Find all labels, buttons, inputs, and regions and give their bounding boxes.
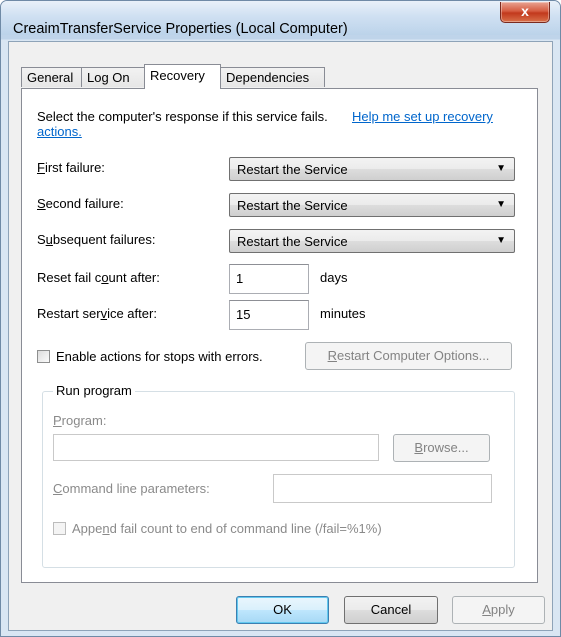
ok-button[interactable]: OK bbox=[236, 596, 329, 624]
first-failure-select[interactable]: Restart the Service ▼ bbox=[229, 157, 515, 181]
tab-log-on[interactable]: Log On bbox=[81, 67, 145, 87]
subsequent-failures-value: Restart the Service bbox=[237, 234, 348, 249]
properties-dialog: CreaimTransferService Properties (Local … bbox=[0, 0, 561, 637]
chevron-down-icon: ▼ bbox=[496, 199, 506, 210]
reset-fail-count-value: 1 bbox=[236, 271, 244, 286]
apply-button[interactable]: Apply bbox=[452, 596, 545, 624]
cancel-button[interactable]: Cancel bbox=[344, 596, 438, 624]
command-line-input[interactable] bbox=[273, 474, 492, 503]
close-button[interactable]: x bbox=[500, 2, 550, 23]
tab-general[interactable]: General bbox=[21, 67, 82, 87]
second-failure-select[interactable]: Restart the Service ▼ bbox=[229, 193, 515, 217]
append-fail-count-checkbox[interactable] bbox=[53, 522, 66, 535]
second-failure-value: Restart the Service bbox=[237, 198, 348, 213]
program-label: Program: bbox=[53, 413, 107, 428]
subsequent-failures-select[interactable]: Restart the Service ▼ bbox=[229, 229, 515, 253]
second-failure-label: Second failure: bbox=[37, 196, 124, 211]
run-program-title: Run program bbox=[53, 383, 135, 398]
reset-fail-count-label: Reset fail count after: bbox=[37, 270, 160, 285]
window-title: CreaimTransferService Properties (Local … bbox=[13, 21, 348, 37]
restart-service-after-label: Restart service after: bbox=[37, 306, 157, 321]
run-program-group: Run program Program: Browse... Command l… bbox=[42, 383, 515, 568]
title-bar[interactable]: CreaimTransferService Properties (Local … bbox=[1, 1, 560, 37]
reset-fail-count-input[interactable]: 1 bbox=[229, 264, 309, 294]
command-line-label: Command line parameters: bbox=[53, 481, 210, 496]
append-fail-count-label: Append fail count to end of command line… bbox=[72, 521, 382, 536]
subsequent-failures-label: Subsequent failures: bbox=[37, 232, 156, 247]
browse-button[interactable]: Browse... bbox=[393, 434, 490, 462]
restart-service-after-value: 15 bbox=[236, 307, 251, 322]
restart-computer-options-button[interactable]: Restart Computer Options... bbox=[305, 342, 512, 370]
chevron-down-icon: ▼ bbox=[496, 163, 506, 174]
first-failure-label: First failure: bbox=[37, 160, 105, 175]
first-failure-value: Restart the Service bbox=[237, 162, 348, 177]
enable-actions-label: Enable actions for stops with errors. bbox=[56, 349, 263, 364]
program-input[interactable] bbox=[53, 434, 379, 461]
reset-fail-count-unit: days bbox=[320, 270, 348, 285]
recovery-tab-panel: Select the computer's response if this s… bbox=[21, 88, 538, 583]
dialog-client-area: General Log On Recovery Dependencies Sel… bbox=[8, 41, 553, 631]
enable-actions-checkbox[interactable] bbox=[37, 350, 50, 363]
tab-recovery[interactable]: Recovery bbox=[144, 64, 221, 89]
tab-dependencies[interactable]: Dependencies bbox=[220, 67, 325, 87]
restart-service-after-input[interactable]: 15 bbox=[229, 300, 309, 330]
intro-text: Select the computer's response if this s… bbox=[37, 109, 328, 124]
help-recovery-link[interactable]: Help me set up recovery bbox=[352, 109, 493, 124]
restart-service-after-unit: minutes bbox=[320, 306, 366, 321]
chevron-down-icon: ▼ bbox=[496, 235, 506, 246]
close-icon: x bbox=[521, 3, 529, 19]
help-recovery-link-continued[interactable]: actions. bbox=[37, 124, 82, 139]
